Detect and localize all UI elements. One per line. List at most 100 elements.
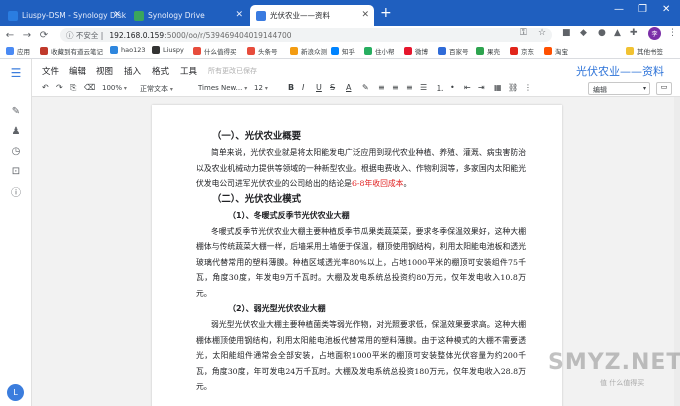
bookmarks-bar: 应用 收藏到有道云笔记 hao123 Liuspy 什么值得买 头条号 新浪众测…	[0, 44, 680, 59]
star-icon[interactable]: ☆	[538, 28, 546, 38]
edit-mode-select[interactable]: 编辑	[588, 82, 650, 95]
align-right-icon[interactable]: ≡	[406, 83, 413, 92]
bookmark-jd[interactable]: 京东	[510, 46, 534, 56]
menu-view[interactable]: 视图	[96, 65, 113, 77]
bookmark-label: 淘宝	[555, 48, 568, 56]
extension-icon[interactable]: ◆	[580, 28, 587, 38]
back-icon[interactable]: ←	[3, 30, 17, 41]
taobao-icon	[544, 47, 552, 55]
bookmark-smzdm[interactable]: 什么值得买	[193, 46, 237, 56]
insecure-label[interactable]: ⓘ 不安全 |	[66, 30, 103, 41]
italic-button[interactable]: I	[302, 83, 304, 92]
watermark-sub: 值 什么值得买	[600, 379, 645, 387]
url-input[interactable]: ⓘ 不安全 | 192.168.0.159:5000/oo/r/53946940…	[60, 28, 552, 42]
link-button[interactable]: ⛓	[508, 83, 518, 92]
menu-file[interactable]: 文件	[42, 65, 59, 77]
bookmark-guokr[interactable]: 果壳	[476, 46, 500, 56]
history-icon[interactable]: ◷	[8, 143, 24, 159]
extension-icon[interactable]: ■	[562, 28, 571, 38]
bookmark-taobao[interactable]: 淘宝	[544, 46, 568, 56]
bookmark-apps[interactable]: 应用	[6, 46, 30, 56]
close-icon[interactable]: ✕	[235, 10, 243, 20]
menu-format[interactable]: 格式	[152, 65, 169, 77]
bookmark-sina[interactable]: 新浪众测	[290, 46, 327, 56]
bookmark-youdao[interactable]: 收藏到有道云笔记	[40, 46, 103, 56]
lock-icon[interactable]: ⊡	[8, 163, 24, 179]
indent-icon[interactable]: ⇥	[478, 83, 485, 92]
new-tab-button[interactable]: +	[380, 5, 392, 21]
tag-icon[interactable]: ✎	[8, 103, 24, 119]
tab-drive-title: Synology Drive	[148, 11, 205, 20]
document-body[interactable]: （一）、光伏农业概要 简单来说，光伏农业就是将太阳能发电广泛应用到现代农业种植、…	[196, 129, 526, 395]
bookmark-weibo[interactable]: 微博	[404, 46, 428, 56]
document-page[interactable]: （一）、光伏农业概要 简单来说，光伏农业就是将太阳能发电广泛应用到现代农业种植、…	[152, 105, 562, 406]
info-icon[interactable]: ⓘ	[8, 183, 24, 199]
profile-avatar[interactable]: 李	[648, 27, 661, 40]
bold-button[interactable]: B	[288, 83, 294, 92]
table-icon[interactable]: ▦	[494, 83, 502, 92]
clear-format-button[interactable]: ⌫	[84, 83, 95, 92]
guokr-icon	[476, 47, 484, 55]
tab-doc-title: 光伏农业——资料	[270, 11, 330, 20]
font-size-select[interactable]: 12	[254, 84, 268, 92]
underline-button[interactable]: U	[316, 83, 322, 92]
tab-dsm[interactable]: Liuspy-DSM - Synology DiskStation ✕	[2, 5, 126, 26]
bookmark-zhihu[interactable]: 知乎	[331, 46, 355, 56]
format-toolbar: ↶ ↷ ⎘ ⌫ 100% 正常文本 Times New... 12 B I U …	[32, 81, 680, 97]
forward-icon[interactable]: →	[20, 30, 34, 41]
bookmark-label: 知乎	[342, 48, 355, 56]
bookmark-zhuxiaobang[interactable]: 住小帮	[364, 46, 395, 56]
align-left-icon[interactable]: ≡	[378, 83, 385, 92]
window-close-button[interactable]: ✕	[662, 4, 670, 15]
paragraph-text: 。	[403, 179, 412, 188]
strikethrough-button[interactable]: S	[330, 83, 335, 92]
text-color-button[interactable]: A	[346, 83, 351, 92]
paragraph-winter: 冬暖式反季节光伏农业大棚主要种植反季节瓜果类蔬菜菜，要求冬季保温效果好，这种大棚…	[196, 226, 526, 298]
minimize-button[interactable]: —	[614, 4, 624, 15]
font-select[interactable]: Times New...	[198, 84, 247, 92]
user-avatar[interactable]: L	[7, 384, 24, 401]
share-user-icon[interactable]: ♟	[8, 123, 24, 139]
bookmark-label: 百家号	[449, 48, 469, 56]
bookmark-other[interactable]: 其他书签	[626, 46, 663, 56]
extension-icon[interactable]: ▲	[614, 28, 621, 38]
menu-tools[interactable]: 工具	[180, 65, 197, 77]
menu-dots-icon[interactable]: ⋮	[668, 28, 677, 38]
tab-doc[interactable]: 光伏农业——资料 ✕	[250, 5, 374, 26]
extension-icon[interactable]: ●	[598, 28, 606, 38]
reload-icon[interactable]: ⟳	[37, 30, 51, 41]
hamburger-menu-icon[interactable]: ☰	[8, 65, 24, 81]
bookmark-toutiao[interactable]: 头条号	[247, 46, 278, 56]
paragraph-weak-light: 弱光型光伏农业大棚主要种植菌类等弱光作物，对光照要求低，保温效果要求高。这种大棚…	[196, 320, 526, 391]
redo-button[interactable]: ↷	[56, 83, 63, 92]
highlight-button[interactable]: ✎	[362, 83, 369, 92]
highlighted-text: 6-8年收回成本	[351, 179, 404, 188]
windows-icon	[152, 46, 160, 54]
close-icon[interactable]: ✕	[361, 10, 369, 20]
align-center-icon[interactable]: ≡	[392, 83, 399, 92]
key-icon[interactable]: ⚿	[520, 28, 527, 38]
layout-toggle-button[interactable]: ▭	[656, 82, 672, 95]
paint-format-button[interactable]: ⎘	[70, 83, 76, 93]
folder-icon	[626, 47, 634, 55]
style-select[interactable]: 正常文本	[140, 84, 173, 94]
menu-edit[interactable]: 编辑	[69, 65, 86, 77]
justify-icon[interactable]: ☰	[420, 83, 427, 92]
outdent-icon[interactable]: ⇤	[464, 83, 471, 92]
bookmark-baijiahao[interactable]: 百家号	[438, 46, 469, 56]
bookmark-hao123[interactable]: hao123	[110, 46, 146, 54]
menu-bar: 文件 编辑 视图 插入 格式 工具 所有更改已保存 光伏农业——资料	[32, 59, 680, 81]
bookmark-liuspy[interactable]: Liuspy	[152, 46, 184, 54]
undo-button[interactable]: ↶	[42, 83, 49, 92]
puzzle-icon[interactable]: ✚	[630, 28, 638, 38]
bullet-list-icon[interactable]: •	[450, 83, 455, 92]
address-bar: ← → ⟳ ⓘ 不安全 | 192.168.0.159:5000/oo/r/53…	[0, 26, 680, 44]
tab-drive[interactable]: Synology Drive ✕	[128, 5, 248, 26]
close-icon[interactable]: ✕	[113, 10, 121, 20]
maximize-button[interactable]: ❐	[638, 4, 647, 15]
numbered-list-icon[interactable]: ⒈	[436, 83, 444, 94]
menu-insert[interactable]: 插入	[124, 65, 141, 77]
document-title[interactable]: 光伏农业——资料	[576, 63, 664, 79]
more-button[interactable]: ⋮	[524, 83, 532, 92]
zoom-select[interactable]: 100%	[102, 84, 127, 92]
